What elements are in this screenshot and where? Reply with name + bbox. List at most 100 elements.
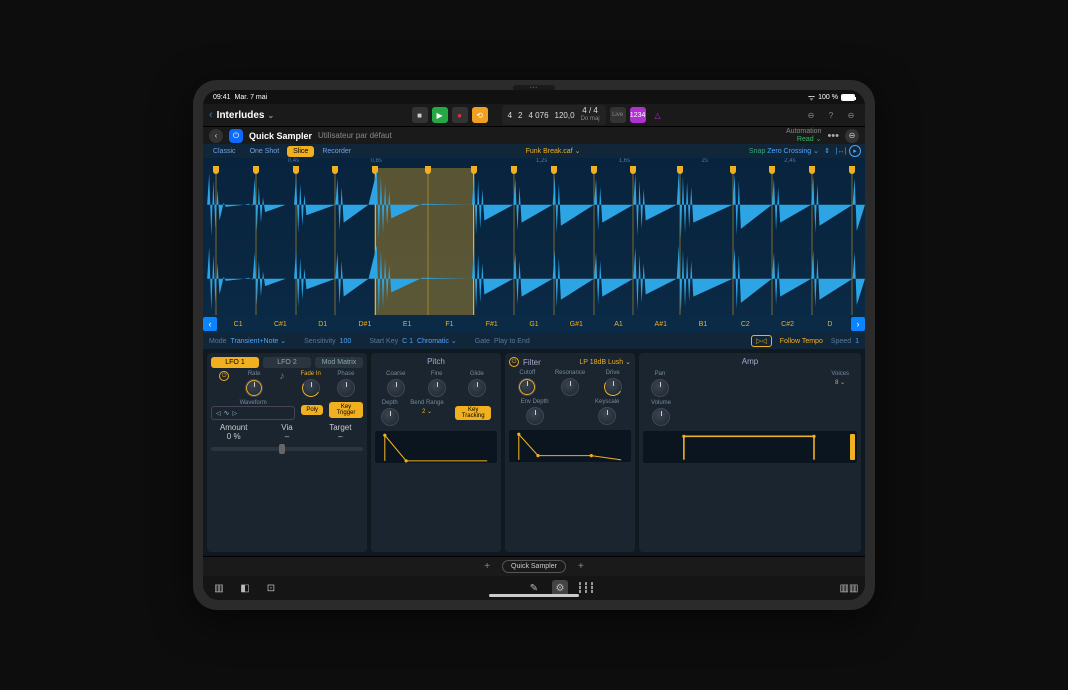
gate-mode[interactable]: Play to End (494, 338, 530, 345)
note-G1[interactable]: G1 (513, 321, 555, 328)
plugin-slot[interactable]: Quick Sampler (502, 560, 566, 573)
glide-knob[interactable] (468, 379, 486, 397)
keyboard-button[interactable]: ▥▥ (841, 580, 857, 596)
slice-mode[interactable]: Transient+Note ⌄ (231, 337, 287, 345)
fadein-knob[interactable] (302, 379, 320, 397)
lfo-amount[interactable]: 0 % (211, 432, 256, 441)
wifi-icon: ᯤ (808, 92, 815, 103)
lfo-target[interactable]: – (318, 432, 363, 441)
note-D[interactable]: D (809, 321, 851, 328)
plugin-back-button[interactable]: ‹ (209, 129, 223, 143)
note-B1[interactable]: B1 (682, 321, 724, 328)
env-depth-knob[interactable] (526, 407, 544, 425)
start-key[interactable]: C 1 (402, 338, 413, 345)
coarse-knob[interactable] (387, 379, 405, 397)
add-plugin-before[interactable]: + (478, 561, 496, 572)
notes-next-button[interactable]: › (851, 317, 865, 331)
lfo-amount-slider[interactable] (211, 447, 363, 451)
preview-button[interactable]: ▸ (849, 145, 861, 157)
voices[interactable]: 8 ⌄ (835, 379, 845, 386)
main-toolbar: ‹ Interludes ■ ▶ ● ⟲ 4 2 4 076 120,0 4 /… (203, 104, 865, 126)
lfo-tab-lfo-1[interactable]: LFO 1 (211, 357, 259, 368)
rate-knob[interactable] (245, 379, 263, 397)
keyscale-knob[interactable] (598, 407, 616, 425)
filter-power[interactable]: ⏻ (509, 357, 519, 367)
lfo-tab-mod-matrix[interactable]: Mod Matrix (315, 357, 363, 368)
status-date: Mar. 7 mai (235, 94, 268, 101)
lfo-power[interactable]: ⏻ (219, 371, 229, 381)
back-button[interactable]: ‹ (209, 109, 213, 121)
lfo-tab-lfo-2[interactable]: LFO 2 (263, 357, 311, 368)
note-C#1[interactable]: C#1 (259, 321, 301, 328)
sampler-tab-one-shot[interactable]: One Shot (244, 146, 286, 157)
note-E1[interactable]: E1 (386, 321, 428, 328)
waveform-display[interactable]: 0,4s0,8s1,2s1,6s2s2,4s ‹ C1C#1D1D#1E1F1F… (203, 158, 865, 333)
plugin-more-button[interactable]: ••• (827, 130, 839, 142)
sampler-tab-classic[interactable]: Classic (207, 146, 242, 157)
plugin-close-button[interactable]: ⊖ (845, 129, 859, 143)
amp-envelope[interactable] (643, 431, 857, 463)
poly-button[interactable]: Poly (301, 405, 323, 415)
add-plugin-after[interactable]: + (572, 561, 590, 572)
fine-knob[interactable] (428, 379, 446, 397)
pitch-envelope[interactable] (375, 431, 497, 463)
note-D#1[interactable]: D#1 (344, 321, 386, 328)
sample-file[interactable]: Funk Break.caf (359, 147, 747, 155)
note-A#1[interactable]: A#1 (640, 321, 682, 328)
notes-prev-button[interactable]: ‹ (203, 317, 217, 331)
home-indicator[interactable] (489, 594, 579, 597)
pan-knob[interactable] (651, 379, 669, 397)
library-button[interactable]: ◧ (237, 580, 253, 596)
bend-range[interactable]: 2 ⌄ (422, 408, 432, 415)
key-trigger-button[interactable]: Key Trigger (329, 402, 363, 418)
note-C1[interactable]: C1 (217, 321, 259, 328)
phase-knob[interactable] (337, 379, 355, 397)
note-A1[interactable]: A1 (597, 321, 639, 328)
resonance-knob[interactable] (561, 378, 579, 396)
lfo-via[interactable]: – (264, 432, 309, 441)
note-G#1[interactable]: G#1 (555, 321, 597, 328)
lcd-display[interactable]: 4 2 4 076 120,0 4 / 4Do maj (502, 105, 606, 125)
snap-control[interactable]: Snap Zero Crossing ⌄ (749, 147, 819, 155)
filter-type[interactable]: LP 18dB Lush (579, 358, 631, 366)
count-in-button[interactable]: 1234 (630, 107, 646, 123)
start-key-type[interactable]: Chromatic ⌄ (417, 337, 457, 345)
help-button[interactable]: ? (823, 107, 839, 123)
sampler-tab-recorder[interactable]: Recorder (316, 146, 357, 157)
follow-tempo-button[interactable]: Follow Tempo (776, 337, 827, 346)
sensitivity[interactable]: 100 (340, 338, 352, 345)
note-F1[interactable]: F1 (428, 321, 470, 328)
record-button[interactable]: ● (452, 107, 468, 123)
pitch-key-tracking[interactable]: Key Tracking (455, 406, 491, 420)
metronome-button[interactable]: △ (650, 107, 666, 123)
play-button[interactable]: ▶ (432, 107, 448, 123)
note-F#1[interactable]: F#1 (471, 321, 513, 328)
settings-button[interactable]: ⊖ (843, 107, 859, 123)
drive-knob[interactable] (604, 378, 622, 396)
zoom-horiz-button[interactable]: |↔| (835, 145, 847, 157)
automation-mode[interactable]: Read ⌄ (786, 136, 821, 144)
plugin-preset[interactable]: Utilisateur par défaut (318, 131, 392, 140)
project-name[interactable]: Interludes (217, 110, 275, 121)
zoom-fit-button[interactable]: ⇕ (821, 145, 833, 157)
stop-button[interactable]: ■ (412, 107, 428, 123)
sampler-tab-slice[interactable]: Slice (287, 146, 314, 157)
note-C2[interactable]: C2 (724, 321, 766, 328)
speed-value[interactable]: 1 (855, 338, 859, 345)
pitch-depth-knob[interactable] (381, 408, 399, 426)
cycle-button[interactable]: ⟲ (472, 107, 488, 123)
mixer-button[interactable]: ┇┇┇ (578, 580, 594, 596)
undo-button[interactable]: ⊖ (803, 107, 819, 123)
note-C#2[interactable]: C#2 (766, 321, 808, 328)
cutoff-knob[interactable] (518, 378, 536, 396)
loop-browser-button[interactable]: ⊡ (263, 580, 279, 596)
plugin-power-button[interactable]: ⏻ (229, 129, 243, 143)
gallery-button[interactable]: ▥ (211, 580, 227, 596)
waveform-selector[interactable]: ∿ (211, 406, 295, 420)
flex-button[interactable]: ▷◁ (751, 335, 772, 347)
amp-env-handle[interactable] (850, 434, 855, 460)
live-button[interactable]: Live (610, 107, 626, 123)
note-D1[interactable]: D1 (302, 321, 344, 328)
filter-envelope[interactable] (509, 430, 631, 462)
volume-knob[interactable] (652, 408, 670, 426)
